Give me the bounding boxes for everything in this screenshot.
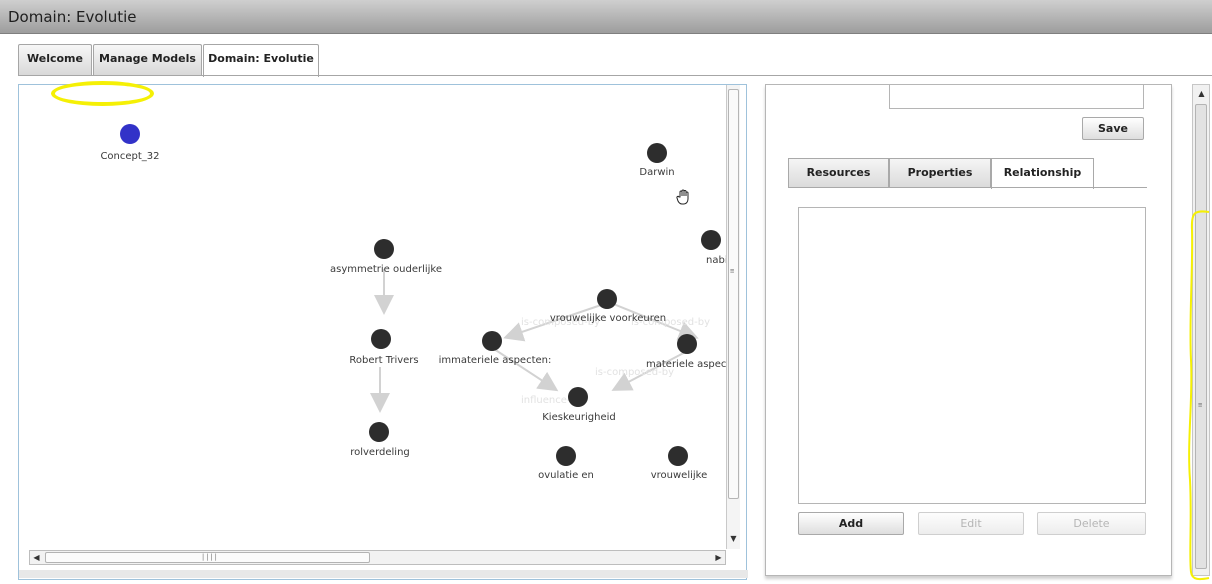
node-label: Concept_32 [100, 151, 159, 162]
graph-node[interactable] [374, 239, 394, 259]
node-label: ovulatie en [538, 470, 594, 481]
graph-node[interactable] [371, 329, 391, 349]
save-button[interactable]: Save [1082, 117, 1144, 140]
highlight-ellipse [51, 81, 154, 106]
node-label: Kieskeurigheid [542, 412, 615, 423]
description-textarea[interactable] [889, 85, 1144, 109]
graph-vertical-scrollbar[interactable]: ≡ ▼ [726, 85, 740, 549]
node-label: immateriele aspecten: [439, 355, 552, 366]
graph-horizontal-scrollbar[interactable]: ◀ |||| ▶ [29, 550, 726, 565]
hand-cursor-icon [675, 188, 693, 210]
graph-node[interactable] [677, 334, 697, 354]
panel-footer [19, 570, 748, 578]
tab-resources[interactable]: Resources [788, 158, 889, 188]
scroll-up-arrow-icon[interactable]: ▲ [1195, 87, 1208, 100]
tab-divider [788, 187, 1147, 188]
grip-icon: |||| [201, 553, 218, 561]
graph-node[interactable] [668, 446, 688, 466]
scroll-left-arrow-icon[interactable]: ◀ [30, 551, 43, 564]
graph-panel: is-composed-by is-composed-by influence-… [18, 84, 748, 580]
tab-properties[interactable]: Properties [889, 158, 991, 188]
highlight-bracket [1188, 210, 1210, 581]
graph-node[interactable] [482, 331, 502, 351]
scrollbar-thumb[interactable] [728, 89, 739, 499]
tab-divider [18, 75, 1212, 76]
scrollbar-thumb[interactable]: |||| [45, 552, 370, 563]
graph-node-selected[interactable] [120, 124, 140, 144]
graph-node[interactable] [568, 387, 588, 407]
grip-icon: ≡ [730, 267, 735, 275]
graph-canvas[interactable]: is-composed-by is-composed-by influence-… [29, 85, 726, 549]
tab-relationship[interactable]: Relationship [991, 158, 1094, 189]
add-button[interactable]: Add [798, 512, 904, 535]
edit-button[interactable]: Edit [918, 512, 1024, 535]
window-title: Domain: Evolutie [8, 8, 137, 26]
window-titlebar: Domain: Evolutie [0, 0, 1212, 34]
edge [490, 346, 559, 392]
relationship-list[interactable] [798, 207, 1146, 504]
properties-panel: Save Resources Properties Relationship A… [765, 84, 1172, 576]
graph-node[interactable] [647, 143, 667, 163]
node-label: asymmetrie ouderlijke [330, 264, 442, 275]
tab-welcome[interactable]: Welcome [18, 44, 92, 75]
node-label: Darwin [639, 167, 674, 178]
node-label: vrouwelijke voorkeuren [550, 313, 666, 324]
scroll-down-arrow-icon[interactable]: ▼ [727, 532, 740, 545]
node-label: vrouwelijke [651, 470, 708, 481]
node-label: nabijhe [706, 255, 726, 266]
tab-domain-evolutie[interactable]: Domain: Evolutie [203, 44, 319, 77]
graph-node[interactable] [597, 289, 617, 309]
graph-node[interactable] [369, 422, 389, 442]
scroll-right-arrow-icon[interactable]: ▶ [712, 551, 725, 564]
node-label: rolverdeling [350, 447, 410, 458]
node-label: materiele aspecte [646, 359, 726, 370]
delete-button[interactable]: Delete [1037, 512, 1146, 535]
node-label: Robert Trivers [349, 355, 418, 366]
graph-node[interactable] [556, 446, 576, 466]
tab-manage-models[interactable]: Manage Models [93, 44, 202, 75]
graph-node[interactable] [701, 230, 721, 250]
